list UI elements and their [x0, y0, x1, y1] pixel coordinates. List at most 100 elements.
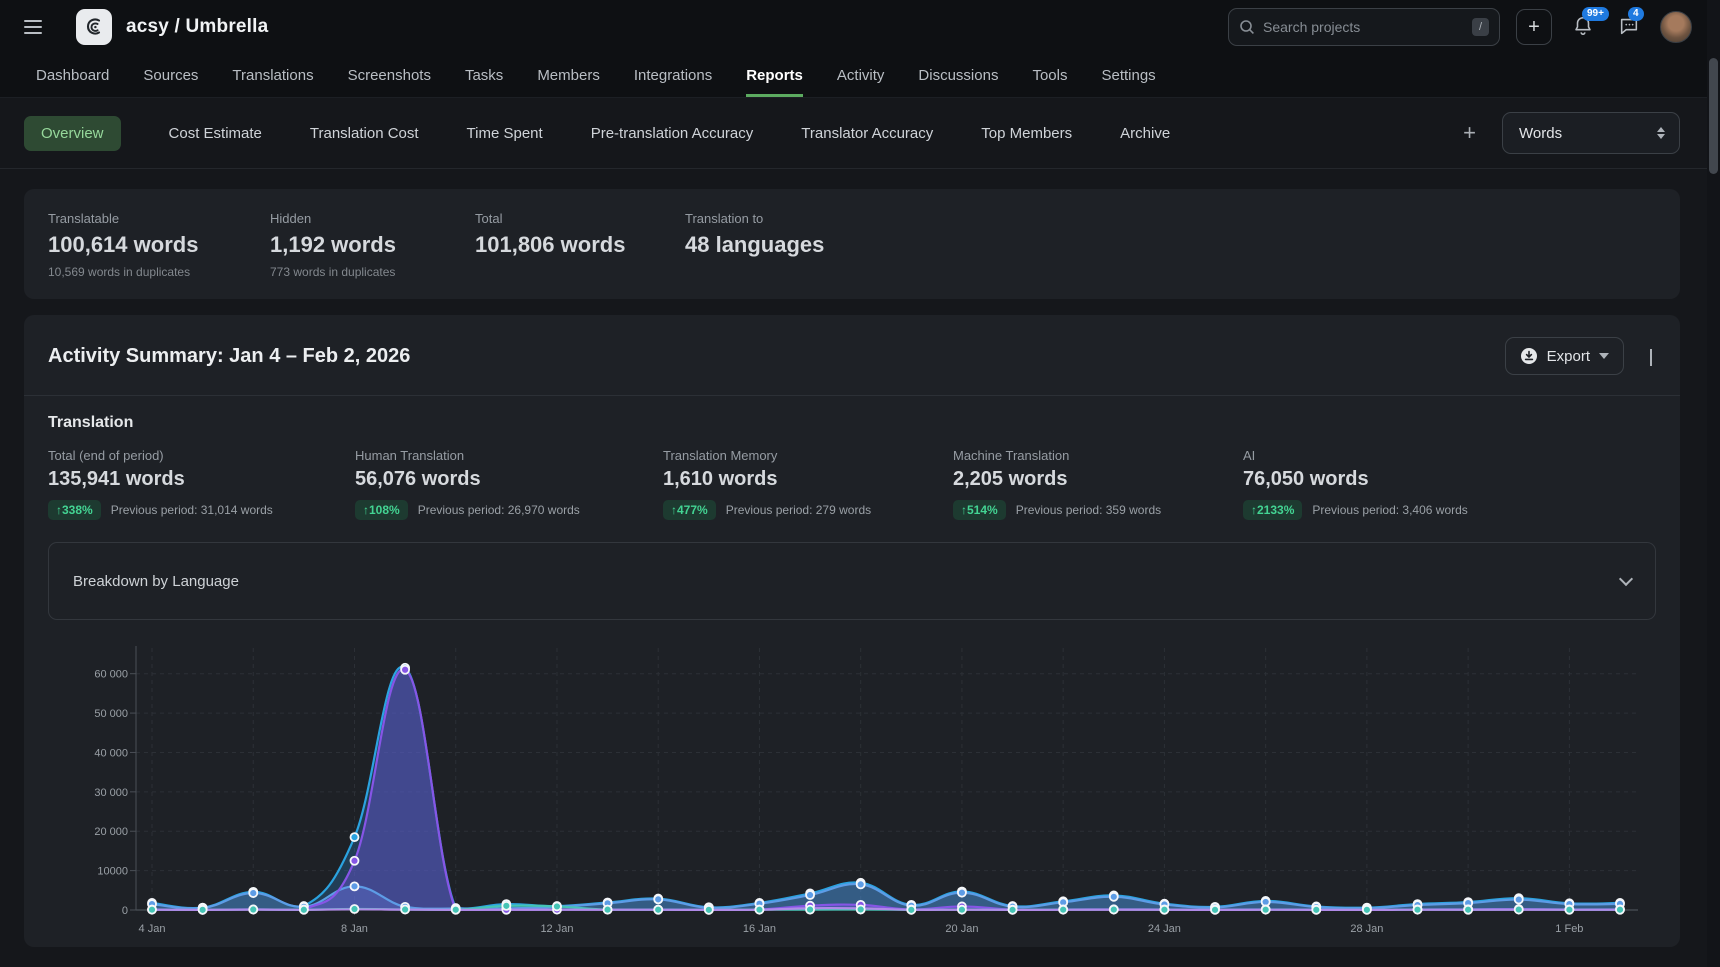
data-point-translation-memory[interactable]: [1363, 906, 1371, 914]
subnav-tab-archive[interactable]: Archive: [1120, 116, 1170, 151]
data-point-translation-memory[interactable]: [1464, 906, 1472, 914]
hamburger-menu-icon[interactable]: [18, 14, 48, 40]
subnav-tab-translation-cost[interactable]: Translation Cost: [310, 116, 419, 151]
data-point-translation-memory[interactable]: [907, 906, 915, 914]
unit-selector-dropdown[interactable]: Words: [1502, 112, 1680, 154]
data-point-translation-memory[interactable]: [350, 905, 358, 913]
project-logo[interactable]: [76, 9, 112, 45]
x-axis-tick-label: 8 Jan: [341, 923, 368, 935]
data-point-translation-memory[interactable]: [1262, 906, 1270, 914]
stat-value: 1,192 words: [270, 232, 475, 258]
data-point-translation-memory[interactable]: [1515, 906, 1523, 914]
data-point-translation-memory[interactable]: [1059, 906, 1067, 914]
nav-tab-sources[interactable]: Sources: [143, 54, 198, 97]
data-point-translation-memory[interactable]: [806, 906, 814, 914]
main-nav: Dashboard Sources Translations Screenshots T…: [0, 54, 1720, 98]
data-point-translation-memory[interactable]: [148, 906, 156, 914]
nav-tab-reports[interactable]: Reports: [746, 54, 803, 97]
nav-tab-discussions[interactable]: Discussions: [918, 54, 998, 97]
nav-tab-tools[interactable]: Tools: [1032, 54, 1067, 97]
data-point-translation-memory[interactable]: [1009, 906, 1017, 914]
data-point-human-translation[interactable]: [350, 882, 358, 890]
stat-label: Translatable: [48, 211, 270, 226]
x-axis-tick-label: 20 Jan: [945, 923, 978, 935]
reports-subnav: Overview Cost Estimate Translation Cost Tim…: [0, 98, 1720, 169]
data-point-human-translation[interactable]: [958, 889, 966, 897]
data-point-human-translation[interactable]: [1515, 896, 1523, 904]
data-point-translation-memory[interactable]: [452, 906, 460, 914]
y-axis-tick-label: 10000: [97, 866, 128, 878]
data-point-ai[interactable]: [401, 666, 409, 674]
data-point-translation-memory[interactable]: [654, 906, 662, 914]
search-input[interactable]: [1263, 19, 1464, 35]
data-point-translation-memory[interactable]: [1160, 906, 1168, 914]
change-badge: ↑108%: [355, 500, 408, 520]
notifications-button[interactable]: 99+: [1568, 11, 1598, 44]
data-point-translation-memory[interactable]: [300, 906, 308, 914]
data-point-translation-memory[interactable]: [705, 906, 713, 914]
previous-period-text: Previous period: 31,014 words: [111, 503, 273, 517]
subnav-tab-time-spent[interactable]: Time Spent: [467, 116, 543, 151]
data-point-translation-memory[interactable]: [1414, 906, 1422, 914]
nav-tab-integrations[interactable]: Integrations: [634, 54, 712, 97]
data-point-translation-memory[interactable]: [755, 906, 763, 914]
data-point-human-translation[interactable]: [654, 895, 662, 903]
x-axis-tick-label: 28 Jan: [1350, 923, 1383, 935]
chevron-down-icon: [1619, 572, 1633, 586]
nav-tab-tasks[interactable]: Tasks: [465, 54, 503, 97]
data-point-human-translation[interactable]: [806, 891, 814, 899]
data-point-translation-memory[interactable]: [199, 906, 207, 914]
top-header: acsy / Umbrella / + 99+ 4: [0, 0, 1720, 54]
nav-tab-dashboard[interactable]: Dashboard: [36, 54, 109, 97]
subnav-tab-translator-accuracy[interactable]: Translator Accuracy: [801, 116, 933, 151]
collapse-section-button[interactable]: [1646, 345, 1656, 368]
page-scrollbar[interactable]: [1707, 0, 1720, 967]
data-point-translation-memory[interactable]: [553, 902, 561, 910]
data-point-translation-memory[interactable]: [1312, 906, 1320, 914]
messages-button[interactable]: 4: [1614, 11, 1644, 44]
data-point-translation-memory[interactable]: [1565, 906, 1573, 914]
data-point-human-translation[interactable]: [249, 889, 257, 897]
x-axis-tick-label: 12 Jan: [540, 923, 573, 935]
data-point-translation-memory[interactable]: [249, 906, 257, 914]
y-axis-tick-label: 60 000: [94, 669, 128, 681]
stat-caption: 773 words in duplicates: [270, 265, 475, 279]
data-point-human-translation[interactable]: [1110, 893, 1118, 901]
stat-label: Machine Translation: [953, 448, 1243, 463]
data-point-translation-memory[interactable]: [502, 902, 510, 910]
translation-stats-row: Total (end of period)135,941 words↑338%P…: [48, 448, 1656, 520]
chevron-up-icon: [1650, 349, 1652, 366]
subnav-tab-pre-translation-accuracy[interactable]: Pre-translation Accuracy: [591, 116, 754, 151]
breakdown-by-language-panel[interactable]: Breakdown by Language: [48, 542, 1656, 620]
nav-tab-settings[interactable]: Settings: [1101, 54, 1155, 97]
nav-tab-activity[interactable]: Activity: [837, 54, 885, 97]
activity-chart: 01000020 00030 00040 00050 00060 0004 Ja…: [48, 638, 1656, 947]
nav-tab-translations[interactable]: Translations: [232, 54, 313, 97]
data-point-ai[interactable]: [350, 857, 358, 865]
nav-tab-members[interactable]: Members: [537, 54, 600, 97]
data-point-translation-memory[interactable]: [401, 906, 409, 914]
scrollbar-thumb[interactable]: [1709, 58, 1718, 174]
subnav-tab-top-members[interactable]: Top Members: [981, 116, 1072, 151]
data-point-total[interactable]: [350, 833, 358, 841]
logo-swirl-icon: [82, 15, 106, 39]
data-point-human-translation[interactable]: [857, 880, 865, 888]
data-point-translation-memory[interactable]: [1211, 906, 1219, 914]
stat-value: 135,941 words: [48, 468, 355, 491]
activity-summary-card: Activity Summary: Jan 4 – Feb 2, 2026 Ex…: [24, 315, 1680, 947]
nav-tab-screenshots[interactable]: Screenshots: [348, 54, 431, 97]
subnav-tab-cost-estimate[interactable]: Cost Estimate: [169, 116, 262, 151]
data-point-translation-memory[interactable]: [1616, 906, 1624, 914]
data-point-translation-memory[interactable]: [857, 905, 865, 913]
create-button[interactable]: +: [1516, 9, 1552, 45]
data-point-translation-memory[interactable]: [604, 906, 612, 914]
search-input-wrapper[interactable]: /: [1228, 8, 1500, 46]
data-point-translation-memory[interactable]: [1110, 906, 1118, 914]
user-avatar[interactable]: [1660, 11, 1692, 43]
add-report-button[interactable]: +: [1463, 122, 1476, 144]
y-axis-tick-label: 40 000: [94, 747, 128, 759]
data-point-translation-memory[interactable]: [958, 906, 966, 914]
export-button[interactable]: Export: [1505, 337, 1624, 375]
subnav-tab-overview[interactable]: Overview: [24, 116, 121, 151]
translation-stat-machine-translation: Machine Translation2,205 words↑514%Previ…: [953, 448, 1243, 520]
